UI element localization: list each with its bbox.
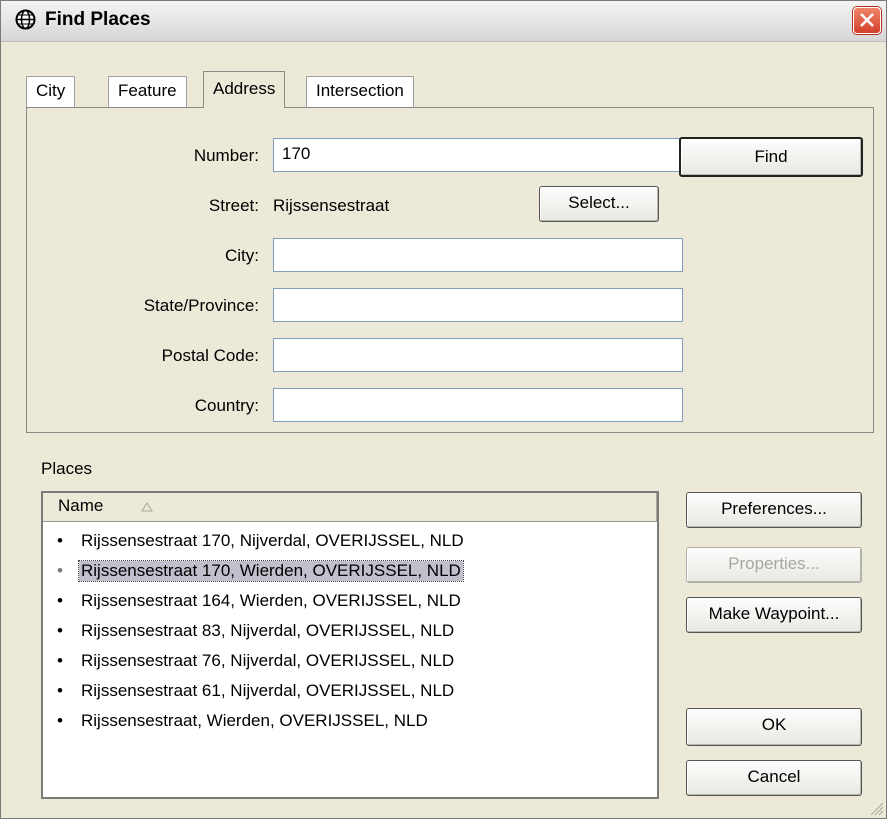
cancel-button[interactable]: Cancel [686, 760, 862, 796]
list-item-text: Rijssensestraat 76, Nijverdal, OVERIJSSE… [81, 651, 455, 670]
list-item-text: Rijssensestraat 170, Nijverdal, OVERIJSS… [81, 531, 464, 550]
tab-feature[interactable]: Feature [108, 76, 187, 107]
street-value: Rijssensestraat [273, 196, 390, 215]
bullet-icon: • [57, 681, 63, 700]
sort-ascending-icon [141, 502, 153, 512]
globe-icon [15, 9, 36, 30]
places-list[interactable]: Name • Rijssensestraat 170, Nijverdal, OV… [41, 491, 659, 799]
city-label: City: [225, 246, 259, 265]
tab-intersection[interactable]: Intersection [306, 76, 414, 107]
bullet-icon: • [57, 651, 63, 670]
close-icon [860, 13, 874, 27]
postal-code-input[interactable] [273, 338, 683, 372]
street-label: Street: [208, 196, 259, 215]
list-header: Name [43, 493, 657, 522]
list-item-text: Rijssensestraat 170, Wierden, OVERIJSSEL… [78, 560, 464, 582]
bullet-icon: • [57, 711, 63, 730]
tab-city[interactable]: City [26, 76, 76, 107]
list-item-text: Rijssensestraat 164, Wierden, OVERIJSSEL… [81, 591, 461, 610]
address-tab-panel: Number: 170 Street: Rijssensestraat Sele… [26, 107, 874, 433]
number-label: Number: [193, 146, 259, 165]
bullet-icon: • [57, 561, 63, 580]
find-button[interactable]: Find [679, 137, 863, 177]
places-label: Places [41, 459, 93, 478]
list-item[interactable]: • Rijssensestraat 83, Nijverdal, OVERIJSS… [43, 618, 657, 648]
list-item[interactable]: • Rijssensestraat 61, Nijverdal, OVERIJSS… [43, 678, 657, 708]
country-label: Country: [194, 396, 259, 415]
column-header-name[interactable]: Name [43, 493, 657, 521]
find-places-dialog: Find Places City Feature Address Interse… [0, 0, 887, 819]
state-province-label: State/Province: [143, 296, 259, 315]
tab-address[interactable]: Address [203, 71, 286, 108]
number-input[interactable]: 170 [273, 138, 683, 172]
list-item-text: Rijssensestraat, Wierden, OVERIJSSEL, NL… [81, 711, 428, 730]
bullet-icon: • [57, 621, 63, 640]
list-item[interactable]: • Rijssensestraat, Wierden, OVERIJSSEL, N… [43, 708, 657, 738]
properties-button[interactable]: Properties... [686, 547, 862, 583]
postal-code-label: Postal Code: [161, 346, 259, 365]
preferences-button[interactable]: Preferences... [686, 492, 862, 528]
close-button[interactable] [853, 7, 881, 34]
list-item[interactable]: • Rijssensestraat 76, Nijverdal, OVERIJSS… [43, 648, 657, 678]
state-province-input[interactable] [273, 288, 683, 322]
list-item[interactable]: • Rijssensestraat 164, Wierden, OVERIJSSE… [43, 588, 657, 618]
list-item-text: Rijssensestraat 83, Nijverdal, OVERIJSSE… [81, 621, 455, 640]
make-waypoint-button[interactable]: Make Waypoint... [686, 597, 862, 633]
list-item-text: Rijssensestraat 61, Nijverdal, OVERIJSSE… [81, 681, 455, 700]
column-name-label: Name [58, 496, 104, 515]
city-input[interactable] [273, 238, 683, 272]
country-input[interactable] [273, 388, 683, 422]
list-item-selected[interactable]: • Rijssensestraat 170, Wierden, OVERIJSSE… [43, 558, 657, 588]
list-item[interactable]: • Rijssensestraat 170, Nijverdal, OVERIJS… [43, 528, 657, 558]
resize-grip-icon[interactable] [868, 800, 884, 816]
window-title: Find Places [45, 9, 151, 30]
bullet-icon: • [57, 531, 63, 550]
ok-button[interactable]: OK [686, 708, 862, 746]
title-bar[interactable]: Find Places [1, 1, 886, 42]
select-button[interactable]: Select... [539, 186, 659, 222]
bullet-icon: • [57, 591, 63, 610]
